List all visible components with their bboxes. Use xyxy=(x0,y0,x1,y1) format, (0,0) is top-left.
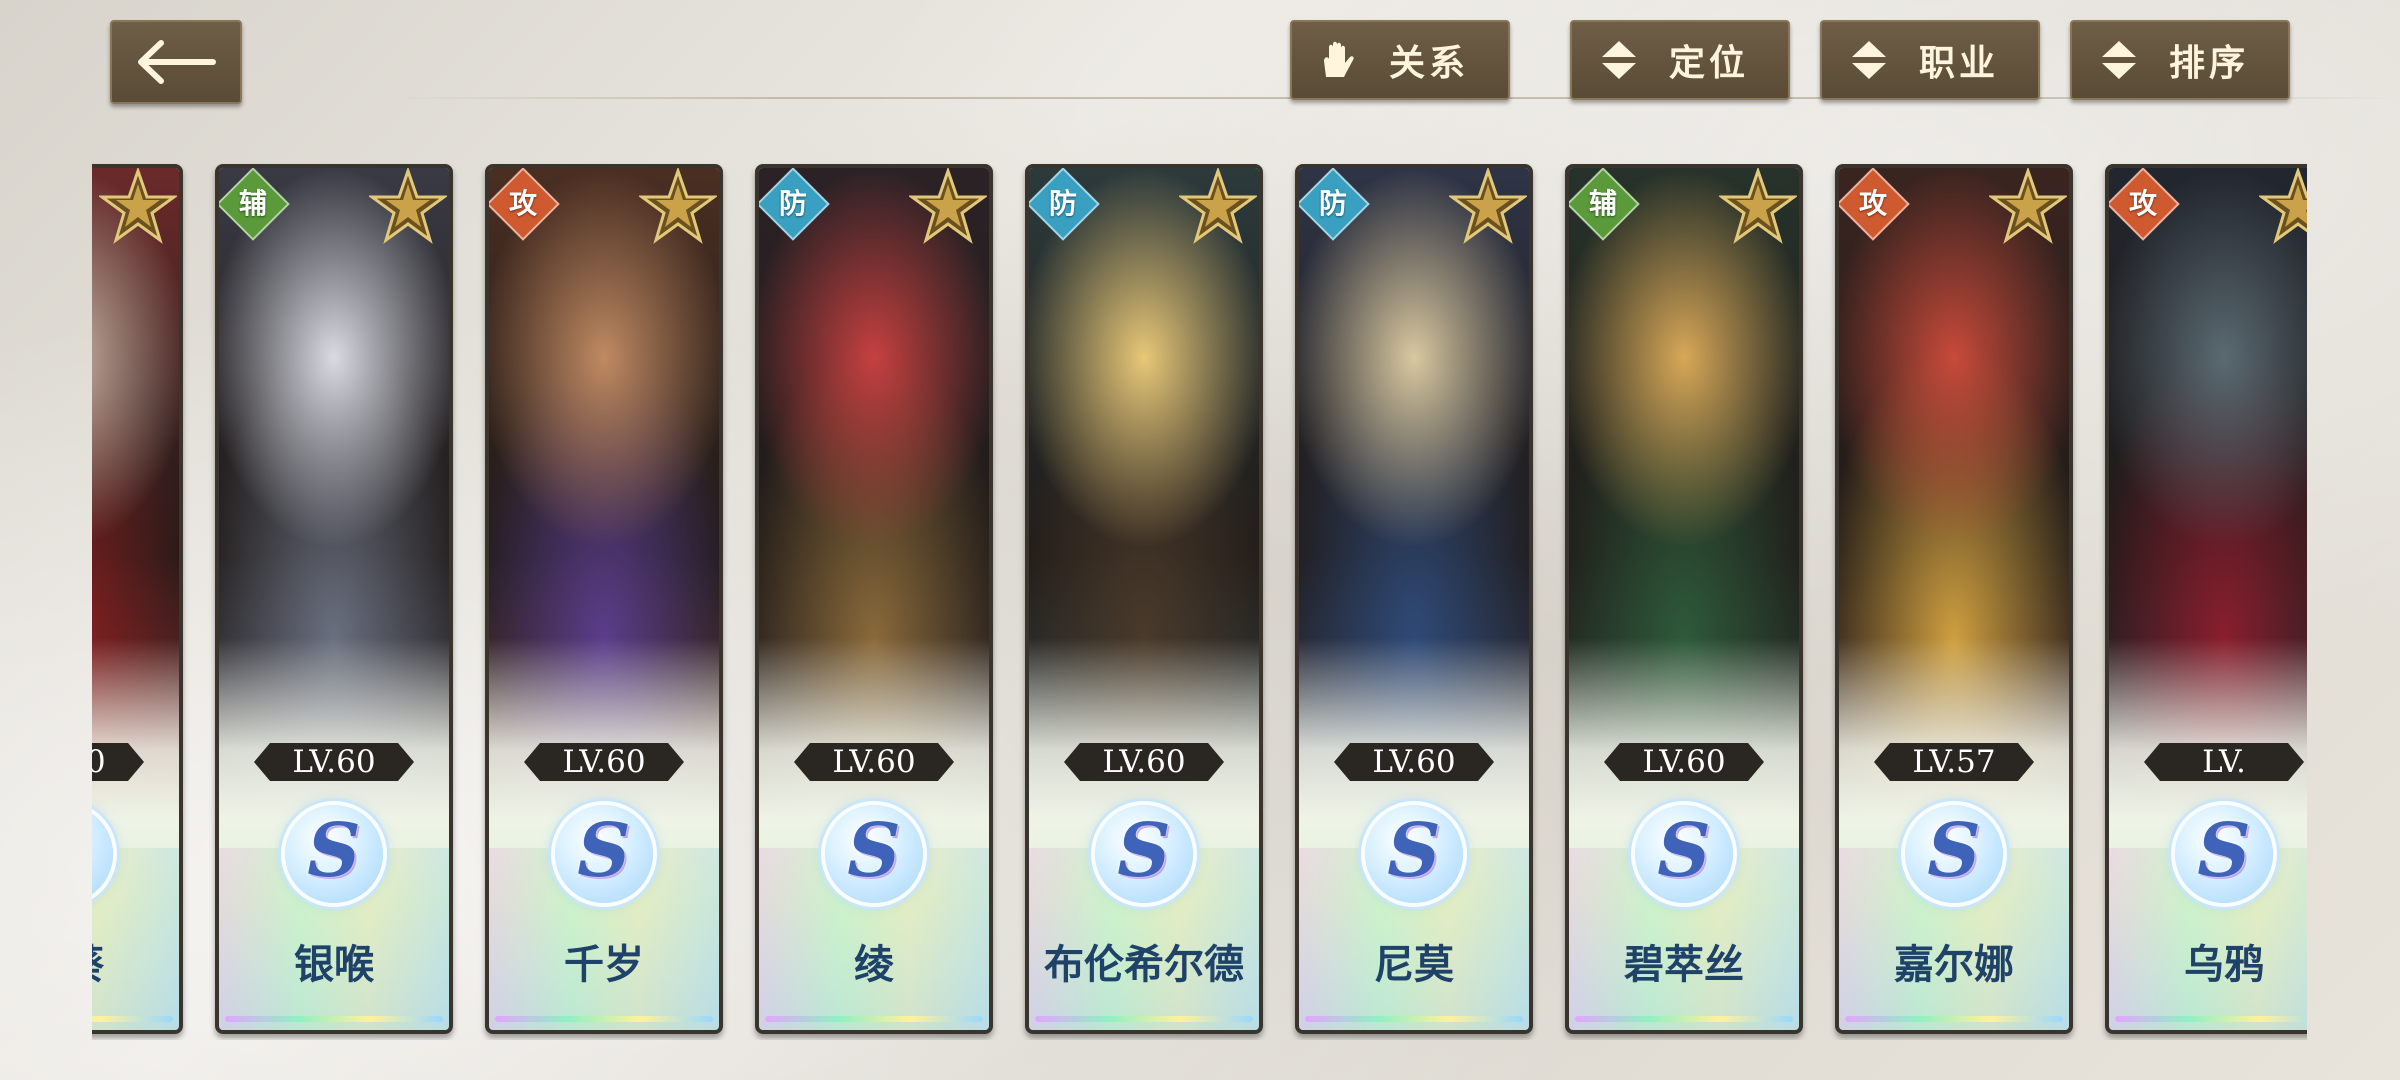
role-badge-text: 攻 xyxy=(1858,187,1887,220)
role-badge-text: 攻 xyxy=(508,187,537,220)
character-card[interactable]: 辅 LV.60 S 银喉 xyxy=(215,164,453,1034)
progress-bar xyxy=(225,1016,443,1022)
sort-updown-icon xyxy=(1844,35,1894,85)
character-name: 红葵 xyxy=(92,932,179,990)
star-icon xyxy=(1717,168,1799,246)
position-filter-label: 定位 xyxy=(1668,42,1749,84)
character-name: 嘉尔娜 xyxy=(1894,941,2014,988)
role-badge-text: 防 xyxy=(1318,187,1347,220)
level-label: LV.60 xyxy=(1604,743,1764,781)
rank-emblem-icon: S xyxy=(1635,805,1733,903)
role-badge-text: 防 xyxy=(1048,187,1077,220)
role-badge-text: 防 xyxy=(778,187,807,220)
rank-emblem-icon: S xyxy=(555,805,653,903)
character-card[interactable]: 防 LV.60 S 绫 xyxy=(755,164,993,1034)
character-name: 绫 xyxy=(854,941,894,988)
level-label: LV.60 xyxy=(254,743,414,781)
rank-label: S xyxy=(1927,808,1981,894)
rank-label: S xyxy=(307,808,361,894)
gauntlet-icon xyxy=(1314,35,1364,85)
character-card-list[interactable]: LV.60S红葵辅LV.60S银喉攻LV.60S千岁防LV.60S绫防LV.60… xyxy=(92,160,2307,1040)
class-filter-button[interactable]: 职业 xyxy=(1820,20,2040,100)
star-icon xyxy=(637,168,719,246)
rank-label: S xyxy=(847,808,901,894)
star-icon xyxy=(2257,168,2307,246)
rank-label: S xyxy=(577,808,631,894)
rank-emblem-icon: S xyxy=(825,805,923,903)
progress-bar xyxy=(1575,1016,1793,1022)
star-icon xyxy=(907,168,989,246)
relation-button-label: 关系 xyxy=(1388,42,1469,84)
relation-button[interactable]: 关系 xyxy=(1290,20,1510,100)
character-card[interactable]: LV.60S红葵 xyxy=(92,164,183,1034)
sort-updown-icon xyxy=(1594,35,1644,85)
character-card[interactable]: 攻 LV.60 S 千岁 xyxy=(485,164,723,1034)
arrow-left-icon xyxy=(138,40,216,84)
role-badge-text: 辅 xyxy=(1588,187,1617,220)
class-filter-label: 职业 xyxy=(1918,42,1999,84)
progress-bar xyxy=(1305,1016,1523,1022)
role-badge-text: 辅 xyxy=(238,187,267,220)
position-filter-button[interactable]: 定位 xyxy=(1570,20,1790,100)
sort-updown-icon xyxy=(2094,35,2144,85)
star-icon xyxy=(367,168,449,246)
character-card[interactable]: 攻 LV. S 乌鸦 xyxy=(2105,164,2307,1034)
progress-bar xyxy=(92,1016,173,1022)
rank-label: S xyxy=(1657,808,1711,894)
star-icon xyxy=(1447,168,1529,246)
character-name: 布伦希尔德 xyxy=(1044,941,1244,988)
character-card[interactable]: 辅 LV.60 S 碧萃丝 xyxy=(1565,164,1803,1034)
character-name: 千岁 xyxy=(564,941,644,988)
star-icon xyxy=(1177,168,1259,246)
level-label: LV.60 xyxy=(794,743,954,781)
character-name: 乌鸦 xyxy=(2184,941,2264,988)
level-label: LV.57 xyxy=(1874,743,2034,781)
rank-emblem-icon: S xyxy=(1095,805,1193,903)
level-label: LV.60 xyxy=(1064,743,1224,781)
progress-bar xyxy=(1845,1016,2063,1022)
rank-emblem-icon: S xyxy=(1365,805,1463,903)
progress-bar xyxy=(2115,1016,2307,1022)
rank-label: S xyxy=(1387,808,1441,894)
character-card[interactable]: 防 LV.60 S 布伦希尔德 xyxy=(1025,164,1263,1034)
level-label: LV. xyxy=(2144,743,2304,781)
progress-bar xyxy=(765,1016,983,1022)
rank-emblem-icon: S xyxy=(1905,805,2003,903)
character-name: 碧萃丝 xyxy=(1624,941,1744,988)
rank-emblem-icon: S xyxy=(2175,805,2273,903)
star-icon xyxy=(1987,168,2069,246)
role-badge-text: 攻 xyxy=(2128,187,2157,220)
character-card[interactable]: 防 LV.60 S 尼莫 xyxy=(1295,164,1533,1034)
sort-button-label: 排序 xyxy=(2168,42,2249,84)
level-label: LV.60 xyxy=(1334,743,1494,781)
star-icon xyxy=(97,168,179,246)
sort-button[interactable]: 排序 xyxy=(2070,20,2290,100)
rank-label: S xyxy=(1117,808,1171,894)
back-button[interactable] xyxy=(110,20,242,104)
progress-bar xyxy=(495,1016,713,1022)
character-name: 银喉 xyxy=(294,941,374,988)
level-label: LV.60 xyxy=(524,743,684,781)
character-name: 尼莫 xyxy=(1374,941,1454,988)
rank-emblem-icon: S xyxy=(285,805,383,903)
rank-label: S xyxy=(2197,808,2251,894)
progress-bar xyxy=(1035,1016,1253,1022)
character-card[interactable]: 攻 LV.57 S 嘉尔娜 xyxy=(1835,164,2073,1034)
